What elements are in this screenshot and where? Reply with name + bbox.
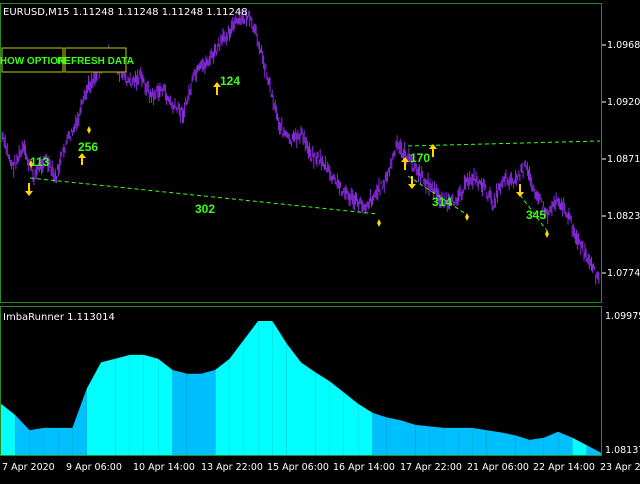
price-tick: 1.07745 [607,268,640,279]
histogram-segment [443,427,459,455]
price-tick: 1.08230 [607,211,640,222]
symbol-label: EURUSD,M15 1.11248 1.11248 1.11248 1.112… [3,7,248,18]
signal-label-113: 113 [30,155,50,169]
histogram-segment [29,427,44,455]
signal-label-302: 302 [195,202,215,216]
price-axis: 1.09680 1.09200 1.08715 1.08230 1.07745 [602,40,640,279]
histogram-segment [158,358,173,455]
chart-canvas[interactable]: 113 256 124 302 170 314 345 EURUSD,M15 1… [0,0,640,480]
time-tick: 10 Apr 14:00 [133,462,195,473]
histogram-segment [58,427,73,455]
histogram-segment [143,354,159,455]
histogram-segment [101,358,116,455]
histogram-segment [315,372,330,455]
time-tick: 17 Apr 22:00 [400,462,462,473]
time-tick: 9 Apr 06:00 [66,462,122,473]
signal-label-256: 256 [78,140,98,154]
histogram-segment [401,420,416,455]
signal-label-124: 124 [220,74,240,88]
histogram-segment [301,362,316,455]
time-tick: 7 Apr 2020 [2,462,55,473]
histogram-segment [115,354,130,455]
histogram-segment [286,343,301,455]
trading-terminal: 113 256 124 302 170 314 345 EURUSD,M15 1… [0,0,640,480]
time-tick: 13 Apr 22:00 [201,462,263,473]
histogram-segment [415,424,430,455]
signal-label-314: 314 [432,195,452,209]
histogram-segment [172,369,187,455]
histogram-segment [472,427,487,455]
histogram-segment [329,381,344,455]
histogram-segment [186,373,201,455]
indicator-scale: 1.099756 1.081378 [605,311,640,456]
time-tick: 15 Apr 06:00 [267,462,329,473]
histogram-segment [43,427,59,455]
histogram-segment [272,321,287,455]
histogram-segment [486,430,501,455]
signal-label-170: 170 [410,151,430,165]
price-tick: 1.09680 [607,40,640,51]
signal-label-345: 345 [526,208,546,222]
price-tick: 1.08715 [607,154,640,165]
histogram-segment [372,412,387,455]
indicator-scale-max: 1.099756 [605,311,640,322]
time-axis: 7 Apr 2020 9 Apr 06:00 10 Apr 14:00 13 A… [2,462,640,473]
time-tick: 16 Apr 14:00 [333,462,395,473]
histogram-segment [129,354,144,455]
histogram-segment [258,321,273,455]
histogram-segment [201,369,216,455]
histogram-segment [358,403,373,455]
time-tick: 21 Apr 06:00 [467,462,529,473]
histogram-segment [501,432,516,455]
histogram-segment [386,417,401,455]
histogram-segment [243,321,259,455]
histogram-segment [429,426,444,455]
histogram-segment [229,339,244,455]
price-tick: 1.09200 [607,97,640,108]
indicator-label: ImbaRunner 1.113014 [3,312,115,323]
indicator-scale-min: 1.081378 [605,445,640,456]
time-tick: 22 Apr 14:00 [533,462,595,473]
time-tick: 23 Apr 22:00 [600,462,640,473]
histogram-segment [458,427,473,455]
refresh-data-label: REFRESH DATA [57,56,134,67]
refresh-data-button[interactable]: REFRESH DATA [57,47,134,73]
histogram-segment [529,437,544,455]
histogram-segment [215,358,230,455]
